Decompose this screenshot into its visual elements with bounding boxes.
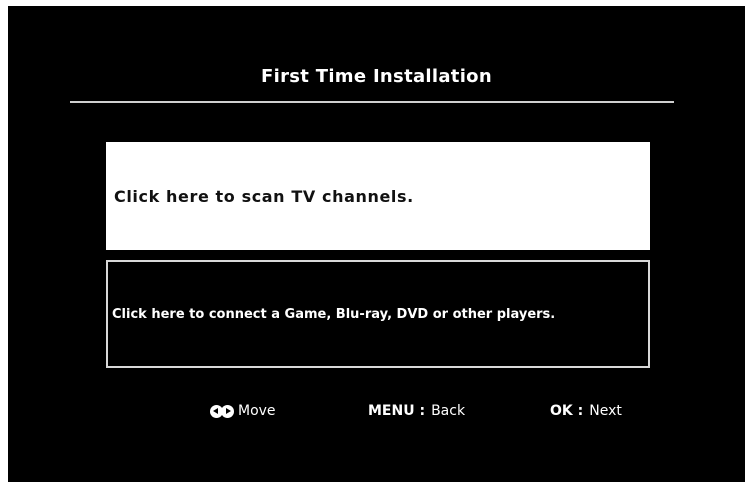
menu-back-hint: MENU : Back — [368, 403, 465, 419]
back-label: Back — [431, 403, 466, 419]
move-hint: Move — [210, 403, 276, 419]
connect-player-label: Click here to connect a Game, Blu-ray, D… — [112, 306, 556, 322]
next-label: Next — [589, 403, 622, 419]
page-title: First Time Installation — [261, 66, 492, 87]
menu-key-label: MENU : — [368, 403, 426, 419]
left-right-arrows-icon — [210, 404, 234, 418]
connect-player-option[interactable]: Click here to connect a Game, Blu-ray, D… — [106, 260, 650, 368]
installation-screen: First Time Installation Click here to sc… — [8, 6, 745, 482]
scan-channels-option[interactable]: Click here to scan TV channels. — [106, 142, 650, 250]
move-label: Move — [238, 403, 276, 419]
scan-channels-label: Click here to scan TV channels. — [114, 186, 414, 206]
title-divider — [70, 101, 674, 103]
ok-key-label: OK : — [550, 403, 584, 419]
right-arrow-icon — [221, 404, 234, 418]
ok-next-hint: OK : Next — [550, 403, 622, 419]
